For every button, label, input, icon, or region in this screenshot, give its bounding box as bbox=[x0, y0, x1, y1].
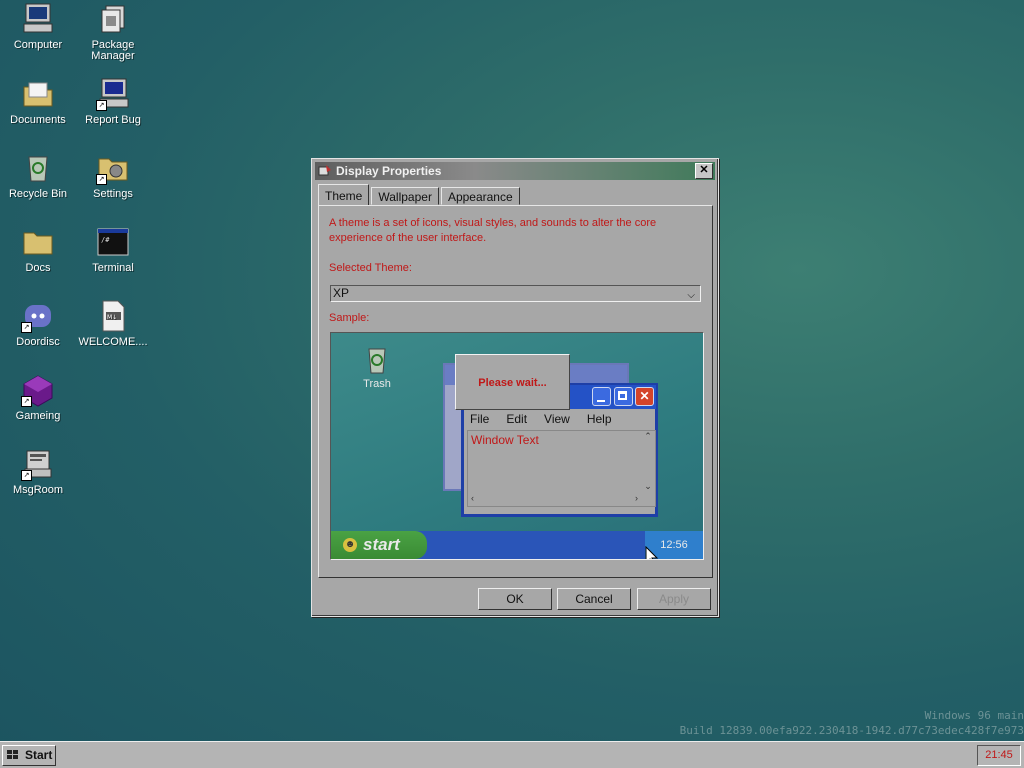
chevron-right-icon: › bbox=[635, 493, 638, 503]
chevron-left-icon: ‹ bbox=[471, 493, 474, 503]
minimize-icon bbox=[592, 387, 611, 406]
build-watermark-title: Windows 96 main bbox=[924, 709, 1024, 722]
recycle-bin-icon bbox=[21, 151, 55, 185]
report-bug-icon: ↗ bbox=[96, 77, 130, 111]
theme-description: A theme is a set of icons, visual styles… bbox=[329, 217, 657, 244]
svg-text:/#: /# bbox=[101, 236, 110, 244]
start-label: Start bbox=[25, 748, 53, 762]
chevron-up-icon: ⌃ bbox=[644, 431, 652, 441]
maximize-icon bbox=[614, 387, 633, 406]
desktop-icon-terminal[interactable]: /# Terminal bbox=[75, 225, 151, 274]
build-watermark-build: Build 12839.00efa922.230418-1942.d77c73e… bbox=[679, 724, 1024, 737]
tab-wallpaper[interactable]: Wallpaper bbox=[371, 187, 439, 205]
desktop-icon-label: Settings bbox=[93, 188, 133, 200]
markdown-file-icon: M↓ bbox=[96, 299, 130, 333]
desktop-icon-package-manager[interactable]: Package Manager bbox=[75, 2, 151, 62]
desktop-icon-welcome[interactable]: M↓ WELCOME.... bbox=[75, 299, 151, 348]
desktop-icon-label: Docs bbox=[25, 262, 51, 274]
desktop-icon-computer[interactable]: Computer bbox=[0, 2, 76, 51]
theme-sample-preview: Trash ✕ File Edit View Help Window Text … bbox=[330, 332, 704, 560]
chevron-down-icon[interactable]: ⌵ bbox=[687, 288, 695, 303]
desktop-icon-label: Package Manager bbox=[91, 39, 135, 62]
shortcut-arrow-icon: ↗ bbox=[96, 100, 107, 111]
desktop-icon-doordisc[interactable]: ↗ Doordisc bbox=[0, 299, 76, 348]
desktop-icon-label: Report Bug bbox=[85, 114, 141, 126]
start-logo-icon bbox=[7, 750, 18, 759]
msgroom-icon: ↗ bbox=[21, 447, 55, 481]
desktop-icon-docs[interactable]: Docs bbox=[0, 225, 76, 274]
close-button[interactable]: ✕ bbox=[695, 163, 713, 179]
folder-icon bbox=[21, 225, 55, 259]
sample-text-area: Window Text ⌃ ⌄ ‹ › bbox=[467, 430, 656, 507]
sample-start-label: start bbox=[363, 535, 400, 554]
desktop-icon-label: MsgRoom bbox=[12, 484, 64, 496]
start-button[interactable]: Start bbox=[2, 745, 56, 766]
documents-folder-icon bbox=[21, 77, 55, 111]
sample-trash-item: Trash bbox=[357, 343, 397, 390]
sample-start-button: ☻ start bbox=[331, 531, 427, 559]
desktop-icon-recycle-bin[interactable]: Recycle Bin bbox=[0, 151, 76, 200]
theme-select[interactable]: XP ⌵ bbox=[330, 285, 701, 302]
desktop-icon-label: Gameing bbox=[15, 410, 61, 422]
horizontal-scrollbar: ‹ › bbox=[468, 492, 641, 506]
apply-button[interactable]: Apply bbox=[637, 588, 711, 610]
theme-select-value: XP bbox=[333, 286, 350, 300]
desktop-icon-label: Doordisc bbox=[16, 336, 60, 348]
gameing-icon: ↗ bbox=[21, 373, 55, 407]
vertical-scrollbar: ⌃ ⌄ bbox=[641, 431, 655, 492]
theme-panel: A theme is a set of icons, visual styles… bbox=[318, 205, 713, 578]
svg-text:M↓: M↓ bbox=[107, 314, 117, 321]
display-properties-window: Display Properties ✕ Theme Wallpaper App… bbox=[311, 158, 719, 617]
mouse-cursor-icon bbox=[645, 546, 659, 559]
desktop-icon-label: Documents bbox=[10, 114, 66, 126]
close-icon: ✕ bbox=[699, 164, 709, 176]
terminal-icon: /# bbox=[96, 225, 130, 259]
shortcut-arrow-icon: ↗ bbox=[21, 322, 32, 333]
sample-menu-help: Help bbox=[586, 412, 612, 426]
desktop-icon-settings[interactable]: ↗ Settings bbox=[75, 151, 151, 200]
cancel-button[interactable]: Cancel bbox=[557, 588, 631, 610]
sample-menu-edit: Edit bbox=[506, 412, 528, 426]
desktop-icon-label: WELCOME.... bbox=[78, 336, 148, 348]
ok-button[interactable]: OK bbox=[478, 588, 552, 610]
sample-window-text: Window Text bbox=[471, 433, 539, 447]
computer-icon bbox=[21, 2, 55, 36]
sample-menu-bar: File Edit View Help bbox=[470, 412, 629, 426]
desktop-icon-documents[interactable]: Documents bbox=[0, 77, 76, 126]
desktop-icon-report-bug[interactable]: ↗ Report Bug bbox=[75, 77, 151, 126]
window-title: Display Properties bbox=[336, 164, 442, 178]
selected-theme-label: Selected Theme: bbox=[329, 262, 412, 274]
tab-theme[interactable]: Theme bbox=[318, 184, 370, 205]
sample-trash-label: Trash bbox=[363, 378, 391, 390]
shortcut-arrow-icon: ↗ bbox=[21, 470, 32, 481]
sample-window-body: File Edit View Help Window Text ⌃ ⌄ ‹ › bbox=[464, 409, 656, 514]
desktop-icon-gameing[interactable]: ↗ Gameing bbox=[0, 373, 76, 422]
system-tray-clock[interactable]: 21:45 bbox=[977, 745, 1021, 766]
shortcut-arrow-icon: ↗ bbox=[96, 174, 107, 185]
chevron-down-icon: ⌄ bbox=[644, 481, 652, 491]
tab-appearance[interactable]: Appearance bbox=[440, 187, 520, 205]
close-icon: ✕ bbox=[635, 387, 654, 406]
window-titlebar[interactable]: Display Properties ✕ bbox=[315, 162, 715, 180]
doordisc-icon: ↗ bbox=[21, 299, 55, 333]
smiley-icon: ☻ bbox=[343, 538, 357, 552]
package-manager-icon bbox=[96, 2, 130, 36]
tab-bar: Theme Wallpaper Appearance bbox=[318, 184, 522, 205]
desktop-icon-msgroom[interactable]: ↗ MsgRoom bbox=[0, 447, 76, 496]
display-properties-icon bbox=[318, 165, 331, 176]
desktop-icon-label: Computer bbox=[13, 39, 63, 51]
trash-icon bbox=[368, 348, 386, 374]
sample-menu-file: File bbox=[470, 412, 490, 426]
desktop-icon-label: Terminal bbox=[92, 262, 134, 274]
sample-label: Sample: bbox=[329, 312, 370, 324]
shortcut-arrow-icon: ↗ bbox=[21, 396, 32, 407]
sample-menu-view: View bbox=[544, 412, 570, 426]
desktop-icon-label: Recycle Bin bbox=[8, 188, 68, 200]
please-wait-dialog: Please wait... bbox=[455, 354, 570, 410]
settings-icon: ↗ bbox=[96, 151, 130, 185]
taskbar: Start 21:45 bbox=[0, 741, 1024, 768]
